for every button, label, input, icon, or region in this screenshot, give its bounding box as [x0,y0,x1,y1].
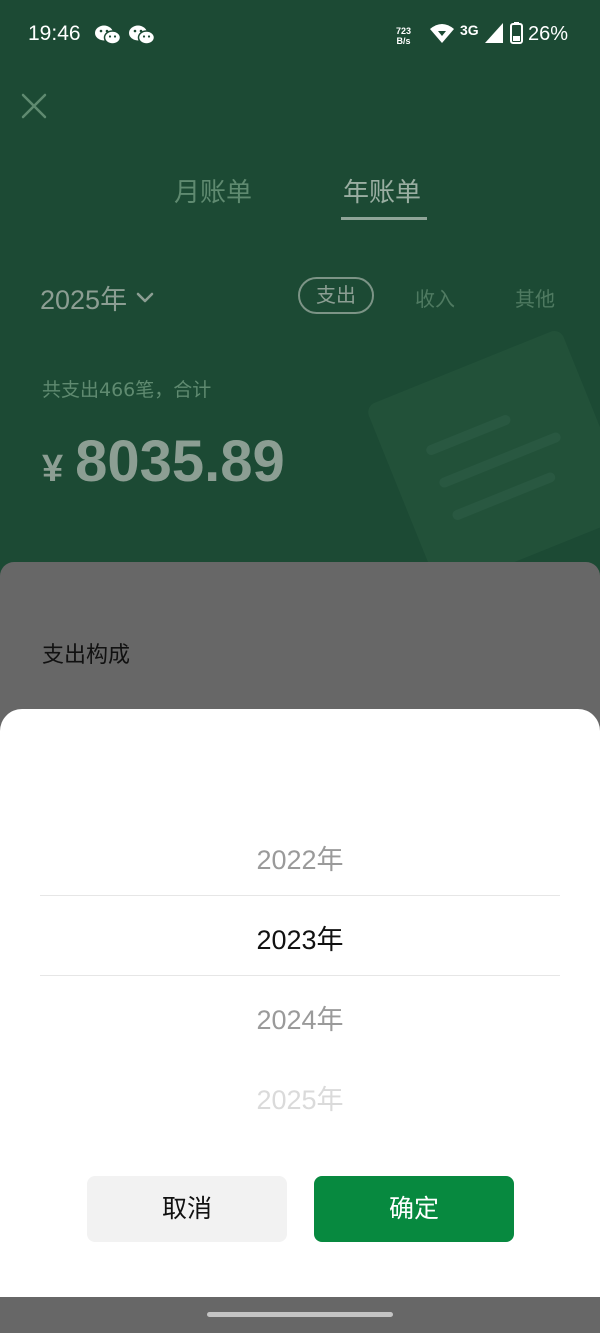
home-indicator[interactable] [207,1312,393,1317]
confirm-button[interactable]: 确定 [314,1176,514,1242]
picker-option[interactable]: 2022年 [0,838,600,877]
year-select-value: 2025年 [40,285,128,315]
picker-option[interactable]: 2025年 [0,1078,600,1117]
tab-yearly-bill[interactable]: 年账单 [343,172,421,209]
net-speed-unit: B/s [396,36,411,46]
active-tab-indicator [341,217,427,220]
signal-icon [485,23,503,43]
total-value: 8035.89 [75,429,285,494]
filter-expense[interactable]: 支出 [298,277,374,314]
picker-divider-bottom [40,975,560,976]
network-type: 3G [460,22,479,38]
wifi-icon [430,24,454,43]
filter-other[interactable]: 其他 [515,283,555,312]
status-time: 19:46 [28,22,81,45]
close-icon[interactable] [20,92,48,120]
battery-percent: 26% [528,23,569,45]
year-select[interactable]: 2025年 [40,278,155,317]
filter-income[interactable]: 收入 [415,283,455,312]
chevron-down-icon [136,292,154,302]
net-speed: 723 B/s [396,26,411,46]
tab-monthly-bill[interactable]: 月账单 [174,172,252,209]
wechat-icon [95,25,122,45]
picker-option[interactable]: 2024年 [0,998,600,1037]
picker-option-selected[interactable]: 2023年 [0,918,600,957]
picker-divider-top [40,895,560,896]
section-title: 支出构成 [42,643,131,668]
expense-count-text: 共支出466笔，合计 [42,379,212,401]
cancel-button[interactable]: 取消 [87,1176,287,1242]
net-speed-value: 723 [396,26,412,36]
wechat-icon [129,25,156,45]
status-bar: 19:46 723 B/s 3G 26% [0,0,600,70]
decorative-card-illustration [365,327,600,593]
battery-icon [510,22,523,44]
currency-symbol: ¥ [42,448,64,490]
total-amount: ¥ 8035.89 [42,428,285,495]
